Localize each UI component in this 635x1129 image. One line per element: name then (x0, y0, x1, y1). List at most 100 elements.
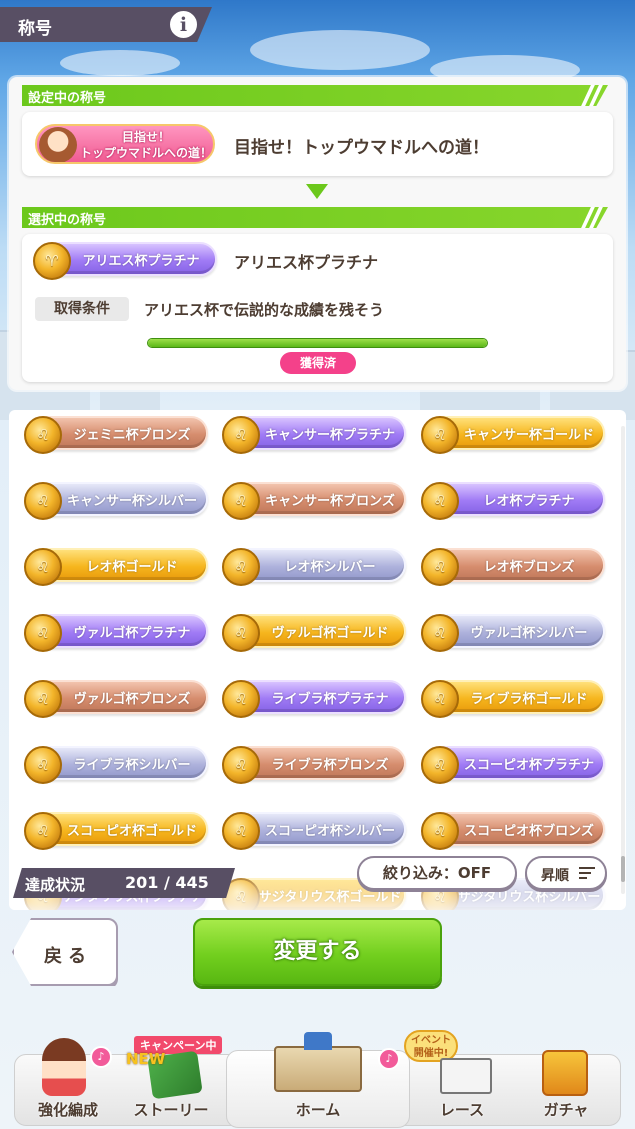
title-badge[interactable]: ♌ ヴァルゴ杯ゴールド ✦ (222, 611, 412, 652)
medal-icon: ♌ (24, 680, 62, 718)
sparkle-icon: ✦ (401, 809, 412, 824)
sparkle-icon: ✦ (203, 743, 214, 758)
sparkle-icon: ✦ (401, 611, 412, 626)
completion-label: 達成状況 (25, 876, 86, 894)
race-gate-icon (440, 1058, 492, 1094)
completion-value: 201 / 445 (125, 873, 209, 892)
current-title-heading: 設定中の称号 (22, 85, 608, 106)
title-list[interactable]: ♌ ジェミニ杯ブロンズ ✦ ♌ キャンサー杯プラチナ ✦ ♌ キャンサー杯ゴールド ✦ ♌ キャンサ… (9, 410, 626, 910)
sparkle-icon: ✦ (600, 611, 611, 626)
selected-title-card: ♈ アリエス杯プラチナ アリエス杯プラチナ 取得条件 アリエス杯で伝説的な成績を… (22, 234, 613, 382)
completion-status: 達成状況 201 / 445 (13, 868, 235, 898)
medal-icon: ♌ (421, 416, 459, 454)
title-badge[interactable]: ♌ ヴァルゴ杯シルバー ✦ (421, 611, 611, 652)
title-badge[interactable]: ♌ ライブラ杯プラチナ ✦ (222, 677, 412, 718)
title-badge[interactable]: ♌ ジェミニ杯ブロンズ ✦ (24, 413, 214, 454)
character-face-icon (39, 127, 77, 162)
nav-item-story[interactable]: キャンペーン中 NEW ストーリー (118, 1036, 224, 1126)
title-badge[interactable]: ♌ スコーピオ杯シルバー ✦ (222, 809, 412, 850)
info-icon[interactable]: i (168, 9, 199, 40)
sparkle-icon: ✦ (600, 545, 611, 560)
down-arrow-icon (306, 184, 328, 199)
title-badge[interactable]: ♌ ライブラ杯ブロンズ ✦ (222, 743, 412, 784)
medal-icon: ♌ (24, 746, 62, 784)
medal-icon: ♌ (222, 746, 260, 784)
nav-item-race[interactable]: イベント 開催中! レース (404, 1030, 514, 1126)
title-badge[interactable]: ♌ スコーピオ杯プラチナ ✦ (421, 743, 611, 784)
condition-label: 取得条件 (35, 297, 129, 321)
sparkle-icon: ✦ (203, 545, 214, 560)
filter-button[interactable]: 絞り込み：OFF (357, 856, 517, 890)
title-badge[interactable]: ♌ キャンサー杯ゴールド ✦ (421, 413, 611, 454)
title-badge[interactable]: ♌ レオ杯シルバー ✦ (222, 545, 412, 586)
sparkle-icon: ✦ (203, 413, 214, 428)
title-badge[interactable]: ♌ ライブラ杯シルバー ✦ (24, 743, 214, 784)
medal-icon: ♌ (421, 614, 459, 652)
current-title-badge: 目指せ！ トップウマドルへの道！ (35, 124, 215, 164)
acquired-badge: 獲得済 (280, 352, 356, 374)
title-badge[interactable]: ♌ ライブラ杯ゴールド ✦ (421, 677, 611, 718)
selected-title-heading: 選択中の称号 (22, 207, 608, 228)
title-badge[interactable]: ♌ ヴァルゴ杯ブロンズ ✦ (24, 677, 214, 718)
title-badge[interactable]: ♌ スコーピオ杯ブロンズ ✦ (421, 809, 611, 850)
medal-icon: ♌ (222, 548, 260, 586)
current-title-name: 目指せ！トップウマドルへの道！ (234, 138, 489, 158)
current-title-card: 目指せ！ トップウマドルへの道！ 目指せ！トップウマドルへの道！ (22, 112, 613, 176)
sort-icon (579, 867, 595, 879)
nav-item-gacha[interactable]: ガチャ (514, 1050, 618, 1126)
home-icon (274, 1046, 362, 1092)
title-badge[interactable]: ♌ レオ杯ゴールド ✦ (24, 545, 214, 586)
sort-button[interactable]: 昇順 (525, 856, 607, 890)
list-scrollbar[interactable] (621, 426, 625, 894)
title-badge[interactable]: ♌ キャンサー杯プラチナ ✦ (222, 413, 412, 454)
title-badge[interactable]: ♌ スコーピオ杯ゴールド ✦ (24, 809, 214, 850)
sparkle-icon: ✦ (600, 809, 611, 824)
medal-icon: ♌ (24, 416, 62, 454)
selected-title-name: アリエス杯プラチナ (234, 253, 379, 272)
medal-icon: ♌ (222, 614, 260, 652)
sparkle-icon: ✦ (203, 479, 214, 494)
character-icon (42, 1038, 86, 1096)
sparkle-icon: ✦ (401, 413, 412, 428)
sparkle-icon: ✦ (600, 743, 611, 758)
title-badge[interactable]: ♌ キャンサー杯ブロンズ ✦ (222, 479, 412, 520)
bottom-nav: ♪ 強化編成 キャンペーン中 NEW ストーリー ♪ ホーム イベント 開催中! … (0, 1030, 635, 1129)
medal-icon: ♌ (421, 680, 459, 718)
progress-bar (147, 338, 488, 348)
medal-icon: ♌ (222, 812, 260, 850)
sparkle-icon: ✦ (401, 479, 412, 494)
medal-icon: ♌ (421, 746, 459, 784)
medal-icon: ♈ (33, 242, 71, 280)
screen-title: 称号 (18, 19, 52, 39)
notification-icon: ♪ (378, 1048, 400, 1070)
nav-item-home[interactable]: ♪ ホーム (226, 1032, 410, 1126)
title-badge[interactable]: ♌ キャンサー杯シルバー ✦ (24, 479, 214, 520)
sparkle-icon: ✦ (401, 545, 412, 560)
sparkle-icon: ✦ (600, 677, 611, 692)
new-tag: NEW (126, 1050, 166, 1068)
change-button[interactable]: 変更する (193, 918, 442, 986)
medal-icon: ♌ (222, 482, 260, 520)
medal-icon: ♌ (222, 680, 260, 718)
title-badge[interactable]: ♌ レオ杯プラチナ ✦ (421, 479, 611, 520)
gacha-icon (542, 1050, 588, 1096)
medal-icon: ♌ (24, 482, 62, 520)
medal-icon: ♌ (421, 812, 459, 850)
sparkle-icon: ✦ (600, 413, 611, 428)
title-badge[interactable]: ♌ ヴァルゴ杯プラチナ ✦ (24, 611, 214, 652)
sparkle-icon: ✦ (401, 677, 412, 692)
sparkle-icon: ✦ (600, 479, 611, 494)
medal-icon: ♌ (24, 548, 62, 586)
title-badge[interactable]: ♌ レオ杯ブロンズ ✦ (421, 545, 611, 586)
back-button[interactable]: 戻る (12, 918, 118, 986)
sparkle-icon: ✦ (203, 809, 214, 824)
medal-icon: ♌ (222, 416, 260, 454)
medal-icon: ♌ (421, 548, 459, 586)
medal-icon: ♌ (24, 812, 62, 850)
notification-icon: ♪ (90, 1046, 112, 1068)
sparkle-icon: ✦ (203, 611, 214, 626)
sparkle-icon: ✦ (401, 743, 412, 758)
medal-icon: ♌ (421, 482, 459, 520)
nav-item-training[interactable]: ♪ 強化編成 (18, 1038, 118, 1126)
sparkle-icon: ✦ (203, 677, 214, 692)
